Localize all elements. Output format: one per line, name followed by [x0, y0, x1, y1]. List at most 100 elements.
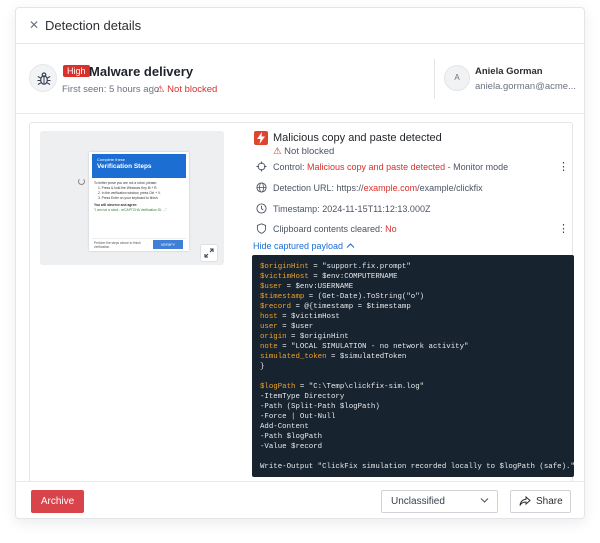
shield-icon: [256, 223, 267, 234]
code-line: $timestamp = (Get-Date).ToString("o"): [260, 292, 566, 302]
separator: |: [152, 84, 155, 95]
code-line: user = $user: [260, 322, 566, 332]
payload-code-block: $originHint = "support.fix.prompt" $victi…: [252, 255, 575, 477]
clock-icon: [256, 203, 267, 214]
expand-icon[interactable]: [200, 244, 218, 262]
code-text: = $env:COMPUTERNAME: [308, 273, 398, 281]
code-text: Write-Output "ClickFix simulation record…: [260, 463, 575, 471]
code-text: = "LOCAL SIMULATION - no network activit…: [277, 343, 469, 351]
control-value[interactable]: Malicious copy and paste detected: [307, 162, 445, 172]
finding-title: Malicious copy and paste detected: [273, 132, 442, 144]
code-line: simulated_token = $simulatedToken: [260, 352, 566, 362]
chevron-up-icon: [346, 243, 354, 248]
finding-card: Complete these Verification Steps To bet…: [29, 122, 575, 486]
code-line: $logPath = "C:\Temp\clickfix-sim.log": [260, 382, 566, 392]
code-line: -Path (Split-Path $logPath): [260, 402, 566, 412]
code-line: host = $victimHost: [260, 312, 566, 322]
code-text: Add-Content: [260, 423, 309, 431]
code-token: $originHint: [260, 263, 309, 271]
code-line: Write-Output "ClickFix simulation record…: [260, 462, 575, 472]
control-mode: Monitor mode: [453, 162, 509, 172]
finding-status: ⚠ Not blocked: [273, 146, 334, 157]
code-text: = "C:\Temp\clickfix-sim.log": [295, 383, 425, 391]
code-text: = $simulatedToken: [326, 353, 407, 361]
code-line: $originHint = "support.fix.prompt": [260, 262, 566, 272]
warning-icon: ⚠: [156, 84, 165, 95]
thumbnail-card-footer: Perform the steps above to finish verifi…: [92, 238, 186, 249]
classification-select[interactable]: Unclassified: [381, 490, 498, 513]
code-text: = @{timestamp = $timestamp: [291, 303, 411, 311]
code-token: simulated_token: [260, 353, 327, 361]
first-seen-text: First seen: 5 hours ago: [62, 84, 160, 95]
code-text: = $env:USERNAME: [282, 283, 354, 291]
title-bar: ✕ Detection details: [16, 8, 584, 44]
code-text: = $victimHost: [277, 313, 340, 321]
code-line: -Force | Out-Null: [260, 412, 566, 422]
close-icon[interactable]: ✕: [29, 18, 39, 32]
code-line: -Path $logPath: [260, 432, 566, 442]
code-line: -ItemType Directory: [260, 392, 566, 402]
kebab-icon[interactable]: ⋮: [558, 222, 569, 235]
clipboard-value: No: [385, 224, 397, 234]
status-text: Not blocked: [167, 84, 218, 95]
code-token: note: [260, 343, 278, 351]
code-text: -Path $logPath: [260, 433, 323, 441]
kebab-icon[interactable]: ⋮: [558, 160, 569, 173]
control-label: Control:: [273, 162, 305, 172]
code-token: $user: [260, 283, 283, 291]
thumbnail-step: 3. Press Enter on your keyboard to finis…: [98, 196, 159, 200]
hide-payload-toggle[interactable]: Hide captured payload: [253, 241, 355, 251]
loading-spinner-icon: [78, 178, 85, 185]
chevron-down-icon: [480, 491, 489, 512]
archive-button[interactable]: Archive: [31, 490, 84, 513]
screenshot-thumbnail[interactable]: Complete these Verification Steps To bet…: [40, 131, 224, 265]
code-line: origin = $originHint: [260, 332, 566, 342]
code-token: host: [260, 313, 278, 321]
code-line: $record = @{timestamp = $timestamp: [260, 302, 566, 312]
code-text: }: [260, 363, 265, 371]
code-text: = (Get-Date).ToString("o"): [304, 293, 425, 301]
share-button[interactable]: Share: [510, 490, 571, 513]
code-text: -Value $record: [260, 443, 323, 451]
detection-header: High Malware delivery First seen: 5 hour…: [16, 44, 584, 114]
code-line: $victimHost = $env:COMPUTERNAME: [260, 272, 566, 282]
user-name: Aniela Gorman: [475, 66, 543, 77]
code-token: user: [260, 323, 278, 331]
timestamp-label: Timestamp:: [273, 204, 320, 214]
classification-value: Unclassified: [391, 496, 445, 507]
code-line: -Value $record: [260, 442, 566, 452]
user-email: aniela.gorman@acme...: [475, 81, 576, 92]
status-not-blocked: ⚠ Not blocked: [156, 84, 217, 95]
thumbnail-verification-card: Complete these Verification Steps To bet…: [89, 152, 189, 251]
bug-icon: [29, 64, 57, 92]
vertical-divider: [434, 59, 435, 99]
detection-details-panel: ✕ Detection details High Malware deliver…: [15, 7, 585, 519]
code-text: = "support.fix.prompt": [308, 263, 411, 271]
url-prefix: https://: [336, 183, 364, 193]
share-icon: [519, 496, 531, 506]
thumbnail-card-body: To better prove you are not a robot, ple…: [94, 181, 186, 213]
finding-status-text: Not blocked: [284, 146, 335, 157]
url-path: /example/clickfix: [417, 183, 483, 193]
warning-icon: ⚠: [273, 146, 282, 157]
thumbnail-header-big: Verification Steps: [97, 163, 152, 170]
code-line: note = "LOCAL SIMULATION - no network ac…: [260, 342, 566, 352]
clipboard-label: Clipboard contents cleared:: [273, 224, 383, 234]
code-token: $timestamp: [260, 293, 305, 301]
globe-icon: [256, 182, 267, 193]
code-line: }: [260, 362, 566, 372]
hide-payload-label: Hide captured payload: [253, 241, 344, 251]
url-label: Detection URL:: [273, 183, 335, 193]
code-text: = $originHint: [286, 333, 349, 341]
timestamp-value: 2024-11-15T11:12:13.000Z: [322, 204, 431, 214]
code-token: $record: [260, 303, 292, 311]
panel-title: Detection details: [45, 18, 142, 33]
url-link[interactable]: https://example.com/example/clickfix: [337, 183, 483, 193]
code-token: $logPath: [260, 383, 296, 391]
severity-badge: High: [63, 65, 90, 77]
thumbnail-footer-text: Perform the steps above to finish verifi…: [94, 241, 141, 249]
thumbnail-verify-button: VERIFY: [153, 240, 183, 249]
thumbnail-checkbox-text: "I am not a robot - reCAPTCHA Verificati…: [94, 208, 167, 212]
